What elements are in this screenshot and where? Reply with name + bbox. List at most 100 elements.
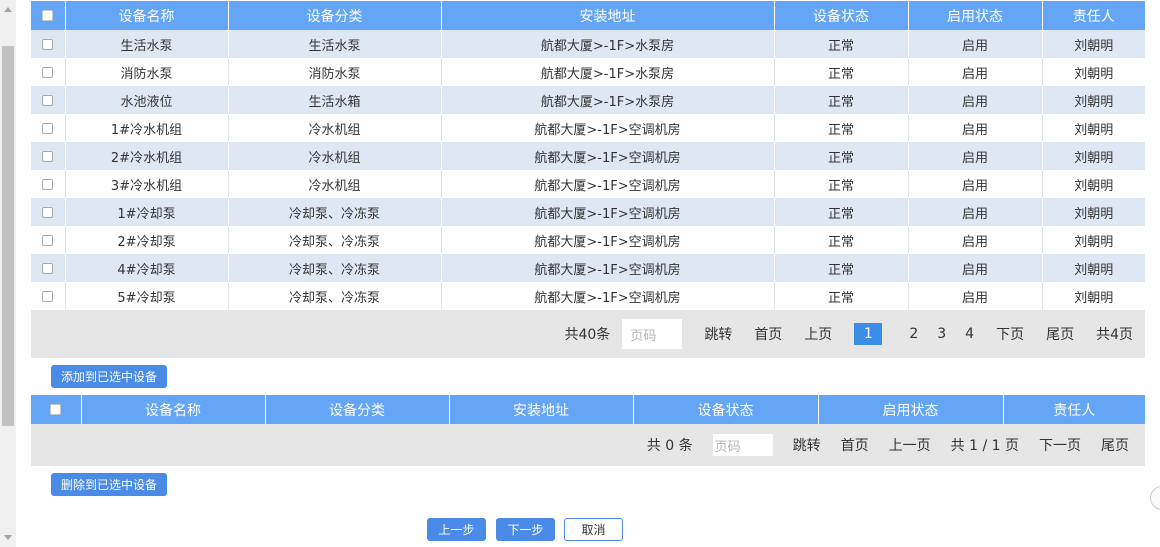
scroll-thumb[interactable] xyxy=(2,46,14,426)
selected-select-all-cell[interactable] xyxy=(31,395,82,424)
device-name-cell: 生活水泵 xyxy=(65,30,229,58)
device-name-cell: 1#冷却泵 xyxy=(65,198,229,226)
device-status-cell: 正常 xyxy=(774,86,909,114)
floating-circle-icon[interactable] xyxy=(1150,486,1160,510)
page-1-link[interactable]: 1 xyxy=(854,323,883,345)
jump-button[interactable]: 跳转 xyxy=(704,324,732,344)
table-row[interactable]: 3#冷水机组 冷水机组 航都大厦>-1F>空调机房 正常 启用 刘朝明 xyxy=(31,170,1145,198)
selected-prev-page-link[interactable]: 上一页 xyxy=(889,435,931,455)
table-row[interactable]: 1#冷却泵 冷却泵、冷冻泵 航都大厦>-1F>空调机房 正常 启用 刘朝明 xyxy=(31,198,1145,226)
selected-col-device-category: 设备分类 xyxy=(265,395,450,424)
row-checkbox-cell[interactable] xyxy=(31,170,66,198)
col-device-category: 设备分类 xyxy=(228,1,442,30)
row-checkbox[interactable] xyxy=(42,262,54,274)
device-category-cell: 冷水机组 xyxy=(228,114,442,142)
device-category-cell: 冷水机组 xyxy=(228,170,442,198)
install-address-cell: 航都大厦>-1F>水泵房 xyxy=(441,58,775,86)
enable-status-cell: 启用 xyxy=(908,58,1043,86)
device-list-panel: 设备名称 设备分类 安装地址 设备状态 启用状态 责任人 生活水泵 生活水泵 航都大… xyxy=(31,1,1145,358)
row-checkbox-cell[interactable] xyxy=(31,86,66,114)
selected-first-page-link[interactable]: 首页 xyxy=(841,435,869,455)
enable-status-cell: 启用 xyxy=(908,30,1043,58)
install-address-cell: 航都大厦>-1F>空调机房 xyxy=(441,226,775,254)
row-checkbox-cell[interactable] xyxy=(31,114,66,142)
device-status-cell: 正常 xyxy=(774,170,909,198)
install-address-cell: 航都大厦>-1F>空调机房 xyxy=(441,282,775,310)
device-category-cell: 消防水泵 xyxy=(228,58,442,86)
install-address-cell: 航都大厦>-1F>空调机房 xyxy=(441,142,775,170)
total-count: 共40条 xyxy=(564,327,611,343)
device-table: 设备名称 设备分类 安装地址 设备状态 启用状态 责任人 生活水泵 生活水泵 航都大… xyxy=(31,1,1145,310)
device-name-cell: 1#冷水机组 xyxy=(65,114,229,142)
row-checkbox[interactable] xyxy=(42,122,54,134)
table-row[interactable]: 2#冷水机组 冷水机组 航都大厦>-1F>空调机房 正常 启用 刘朝明 xyxy=(31,142,1145,170)
row-checkbox[interactable] xyxy=(42,66,54,78)
responsible-person-cell: 刘朝明 xyxy=(1042,86,1145,114)
prev-page-link[interactable]: 上页 xyxy=(804,324,832,344)
table-row[interactable]: 生活水泵 生活水泵 航都大厦>-1F>水泵房 正常 启用 刘朝明 xyxy=(31,30,1145,58)
scroll-down-arrow-icon[interactable] xyxy=(0,529,16,547)
page-number-input[interactable]: 页码 xyxy=(622,319,683,349)
selected-last-page-link[interactable]: 尾页 xyxy=(1101,435,1129,455)
last-page-link[interactable]: 尾页 xyxy=(1046,324,1074,344)
row-checkbox[interactable] xyxy=(42,150,54,162)
table-row[interactable]: 消防水泵 消防水泵 航都大厦>-1F>水泵房 正常 启用 刘朝明 xyxy=(31,58,1145,86)
row-checkbox[interactable] xyxy=(42,290,54,302)
first-page-link[interactable]: 首页 xyxy=(754,324,782,344)
row-checkbox-cell[interactable] xyxy=(31,198,66,226)
install-address-cell: 航都大厦>-1F>空调机房 xyxy=(441,114,775,142)
cancel-button[interactable]: 取消 xyxy=(564,518,623,541)
device-category-cell: 冷却泵、冷冻泵 xyxy=(228,198,442,226)
enable-status-cell: 启用 xyxy=(908,86,1043,114)
row-checkbox[interactable] xyxy=(42,178,54,190)
page-2-link[interactable]: 2 xyxy=(909,326,918,342)
selected-total-count: 共 0 条 xyxy=(646,438,693,454)
select-all-checkbox-cell[interactable] xyxy=(31,1,66,30)
table-row[interactable]: 1#冷水机组 冷水机组 航都大厦>-1F>空调机房 正常 启用 刘朝明 xyxy=(31,114,1145,142)
row-checkbox-cell[interactable] xyxy=(31,58,66,86)
next-step-button[interactable]: 下一步 xyxy=(496,518,555,541)
select-all-checkbox[interactable] xyxy=(42,10,54,21)
row-checkbox-cell[interactable] xyxy=(31,254,66,282)
device-name-cell: 4#冷却泵 xyxy=(65,254,229,282)
table-row[interactable]: 水池液位 生活水箱 航都大厦>-1F>水泵房 正常 启用 刘朝明 xyxy=(31,86,1145,114)
selected-page-number-input[interactable]: 页码 xyxy=(712,434,773,456)
table-row[interactable]: 2#冷却泵 冷却泵、冷冻泵 航都大厦>-1F>空调机房 正常 启用 刘朝明 xyxy=(31,226,1145,254)
device-name-cell: 消防水泵 xyxy=(65,58,229,86)
page-3-link[interactable]: 3 xyxy=(937,326,946,342)
row-checkbox-cell[interactable] xyxy=(31,282,66,310)
enable-status-cell: 启用 xyxy=(908,170,1043,198)
device-status-cell: 正常 xyxy=(774,58,909,86)
table-row[interactable]: 4#冷却泵 冷却泵、冷冻泵 航都大厦>-1F>空调机房 正常 启用 刘朝明 xyxy=(31,254,1145,282)
device-table-header: 设备名称 设备分类 安装地址 设备状态 启用状态 责任人 xyxy=(31,1,1145,30)
row-checkbox[interactable] xyxy=(42,94,54,106)
selected-next-page-link[interactable]: 下一页 xyxy=(1039,435,1081,455)
prev-step-button[interactable]: 上一步 xyxy=(427,518,486,541)
row-checkbox-cell[interactable] xyxy=(31,226,66,254)
responsible-person-cell: 刘朝明 xyxy=(1042,226,1145,254)
table-row[interactable]: 5#冷却泵 冷却泵、冷冻泵 航都大厦>-1F>空调机房 正常 启用 刘朝明 xyxy=(31,282,1145,310)
selected-jump-button[interactable]: 跳转 xyxy=(793,435,821,455)
scroll-up-arrow-icon[interactable] xyxy=(0,0,16,18)
device-category-cell: 冷水机组 xyxy=(228,142,442,170)
row-checkbox-cell[interactable] xyxy=(31,142,66,170)
remove-from-selected-button[interactable]: 删除到已选中设备 xyxy=(51,473,167,496)
install-address-cell: 航都大厦>-1F>空调机房 xyxy=(441,170,775,198)
selected-devices-table: 设备名称 设备分类 安装地址 设备状态 启用状态 责任人 xyxy=(31,395,1145,424)
col-device-status: 设备状态 xyxy=(774,1,909,30)
page-4-link[interactable]: 4 xyxy=(965,326,974,342)
install-address-cell: 航都大厦>-1F>空调机房 xyxy=(441,254,775,282)
vertical-scrollbar[interactable] xyxy=(0,0,16,547)
row-checkbox-cell[interactable] xyxy=(31,30,66,58)
row-checkbox[interactable] xyxy=(42,38,54,50)
row-checkbox[interactable] xyxy=(42,206,54,218)
device-name-cell: 5#冷却泵 xyxy=(65,282,229,310)
install-address-cell: 航都大厦>-1F>水泵房 xyxy=(441,86,775,114)
add-to-selected-button[interactable]: 添加到已选中设备 xyxy=(51,365,167,388)
next-page-link[interactable]: 下页 xyxy=(996,324,1024,344)
enable-status-cell: 启用 xyxy=(908,142,1043,170)
selected-select-all-checkbox[interactable] xyxy=(50,404,62,415)
device-status-cell: 正常 xyxy=(774,30,909,58)
device-status-cell: 正常 xyxy=(774,254,909,282)
row-checkbox[interactable] xyxy=(42,234,54,246)
